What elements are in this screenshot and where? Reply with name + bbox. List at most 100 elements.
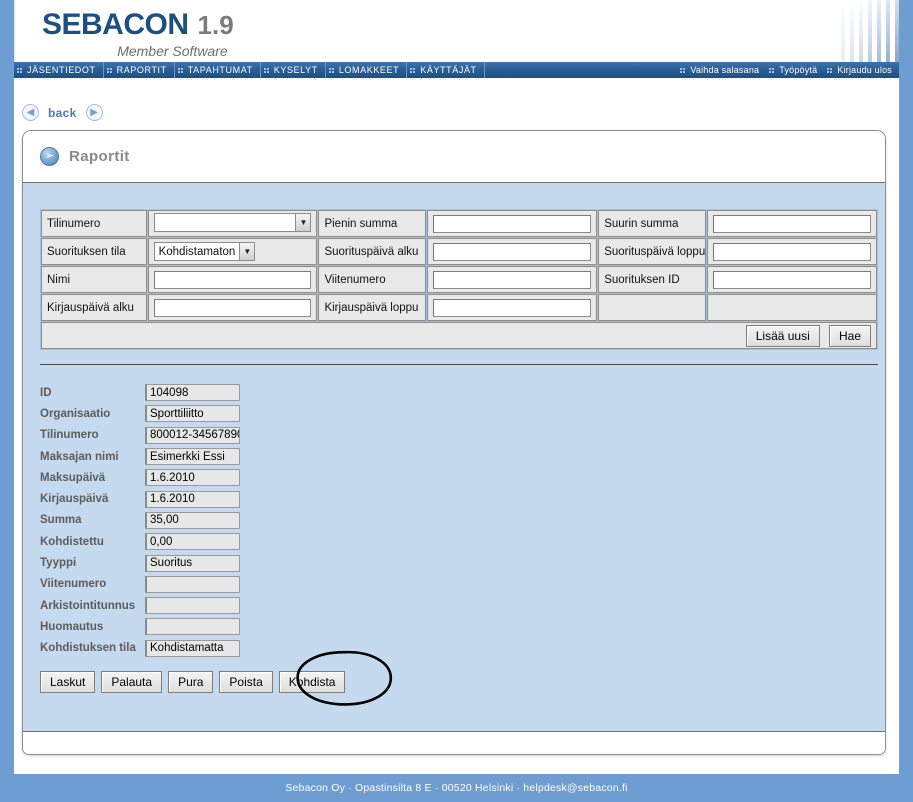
suorituksen-id-input[interactable]	[713, 270, 871, 289]
detail-label-organisaatio: Organisaatio	[40, 407, 111, 420]
tilinumero-select[interactable]: ▼	[153, 213, 312, 232]
filter-field-suurin-summa	[707, 210, 877, 237]
detail-row: ID 104098	[40, 382, 885, 403]
grid-dots-icon	[106, 67, 112, 73]
filter-row: Suorituksen tila Kohdistamaton ▼ Suoritu…	[41, 238, 877, 265]
payment-detail-list: ID 104098 Organisaatio Sporttiliitto Til…	[40, 382, 885, 659]
nav-item-tyopoyta[interactable]: Työpöytä	[766, 62, 824, 78]
grid-dots-icon	[680, 67, 686, 73]
kohdista-button[interactable]: Kohdista	[278, 670, 346, 693]
page-title: Raportit	[69, 148, 130, 165]
pura-button[interactable]: Pura	[168, 670, 214, 693]
nav-item-label: Kirjaudu ulos	[837, 65, 892, 75]
filter-row: Nimi Viitenumero Suorituksen ID	[41, 266, 877, 293]
suurin-summa-input[interactable]	[713, 214, 871, 233]
add-new-button[interactable]: Lisää uusi	[745, 324, 820, 347]
section-divider	[40, 364, 878, 365]
back-navigation: ◀ back ▶	[22, 104, 103, 121]
palauta-button[interactable]: Palauta	[101, 670, 163, 693]
pienin-summa-input[interactable]	[433, 214, 592, 233]
kirjauspaiva-alku-input[interactable]	[153, 298, 312, 317]
back-link[interactable]: back	[48, 106, 77, 120]
detail-label-viitenumero: Viitenumero	[40, 578, 107, 591]
filter-label-suorituksen-tila: Suorituksen tila	[41, 238, 147, 265]
detail-label-kohdistettu: Kohdistettu	[40, 535, 104, 548]
detail-row: Tyyppi Suoritus	[40, 552, 885, 573]
filter-field-suorituspaiva-loppu	[707, 238, 877, 265]
detail-row: Kirjauspäivä 1.6.2010	[40, 488, 885, 509]
nimi-input[interactable]	[153, 270, 312, 289]
app-header: SEBACON 1.9 Member Software	[14, 0, 899, 62]
filter-label-pienin-summa: Pienin summa	[318, 210, 427, 237]
detail-value-id: 104098	[145, 384, 240, 402]
detail-label-huomautus: Huomautus	[40, 620, 104, 633]
nav-item-label: Vaihda salasana	[690, 65, 760, 75]
detail-row: Kohdistettu 0,00	[40, 531, 885, 552]
arrow-left-circle-icon[interactable]: ◀	[22, 104, 39, 121]
filter-label-suorituspaiva-loppu: Suorituspäivä loppu	[598, 238, 707, 265]
panel-footer-strip	[23, 731, 885, 754]
detail-row: Maksajan nimi Esimerkki Essi	[40, 446, 885, 467]
left-margin-strip	[0, 0, 14, 802]
nav-item-label: LOMAKKEET	[338, 65, 400, 75]
detail-value-organisaatio: Sporttiliitto	[145, 405, 240, 423]
chevron-down-icon: ▼	[239, 243, 255, 260]
filter-label-viitenumero: Viitenumero	[318, 266, 427, 293]
detail-value-kohdistettu: 0,00	[145, 533, 240, 551]
filter-field-pienin-summa	[427, 210, 598, 237]
filter-label-suorituspaiva-alku: Suorituspäivä alku	[318, 238, 427, 265]
detail-value-tyyppi: Suoritus	[145, 554, 240, 572]
filter-field-tilinumero: ▼	[147, 210, 318, 237]
app-root: SEBACON 1.9 Member Software JÄSENTIEDOT …	[0, 0, 913, 802]
nav-item-kyselyt[interactable]: KYSELYT	[261, 62, 326, 78]
chevron-down-icon: ▼	[295, 214, 311, 231]
detail-value-arkistointitunnus	[145, 597, 240, 615]
laskut-button[interactable]: Laskut	[40, 670, 96, 693]
detail-value-maksajan-nimi: Esimerkki Essi	[145, 448, 240, 466]
nav-item-tapahtumat[interactable]: TAPAHTUMAT	[175, 62, 261, 78]
grid-dots-icon	[328, 67, 334, 73]
suorituspaiva-alku-input[interactable]	[433, 242, 592, 261]
detail-row: Arkistointitunnus	[40, 595, 885, 616]
suorituksen-tila-select[interactable]: Kohdistamaton ▼	[153, 242, 256, 261]
filter-label-suurin-summa: Suurin summa	[598, 210, 707, 237]
grid-dots-icon	[177, 67, 183, 73]
nav-item-lomakkeet[interactable]: LOMAKKEET	[326, 62, 408, 78]
arrow-right-circle-icon[interactable]: ▶	[85, 104, 103, 121]
nav-item-label: RAPORTIT	[116, 65, 167, 75]
nav-item-jasentiedot[interactable]: JÄSENTIEDOT	[14, 62, 104, 78]
detail-label-kohdistuksen-tila: Kohdistuksen tila	[40, 642, 136, 655]
brand-name: SEBACON	[42, 8, 189, 41]
nav-item-kirjaudu-ulos[interactable]: Kirjaudu ulos	[824, 62, 899, 78]
viitenumero-input[interactable]	[433, 270, 592, 289]
filter-buttons-cell: Lisää uusi Hae	[41, 322, 877, 349]
detail-row: Maksupäivä 1.6.2010	[40, 467, 885, 488]
detail-row: Summa 35,00	[40, 510, 885, 531]
suorituspaiva-loppu-input[interactable]	[713, 242, 871, 261]
detail-value-kohdistuksen-tila: Kohdistamatta	[145, 639, 240, 657]
detail-row: Tilinumero 800012-34567890	[40, 425, 885, 446]
detail-label-maksupaiva: Maksupäivä	[40, 471, 106, 484]
brand-version: 1.9	[197, 10, 234, 40]
filter-button-row: Lisää uusi Hae	[41, 322, 877, 349]
filter-label-kirjauspaiva-alku: Kirjauspäivä alku	[41, 294, 147, 321]
arrow-right-circle-icon: ➢	[40, 147, 59, 166]
nav-item-kayttajat[interactable]: KÄYTTÄJÄT	[407, 62, 485, 78]
nav-item-vaihda-salasana[interactable]: Vaihda salasana	[677, 62, 766, 78]
select-value: Kohdistamaton	[158, 245, 236, 258]
select-value	[155, 214, 296, 231]
poista-button[interactable]: Poista	[219, 670, 273, 693]
nav-secondary-group: Vaihda salasana Työpöytä Kirjaudu ulos	[677, 62, 899, 78]
filter-label-suorituksen-id: Suorituksen ID	[598, 266, 707, 293]
nav-item-raportit[interactable]: RAPORTIT	[104, 62, 175, 78]
filter-field-kirjauspaiva-alku	[147, 294, 318, 321]
panel-header: ➢ Raportit	[23, 131, 885, 183]
nav-item-label: KYSELYT	[273, 65, 318, 75]
detail-value-summa: 35,00	[145, 511, 240, 529]
filter-row: Kirjauspäivä alku Kirjauspäivä loppu	[41, 294, 877, 321]
grid-dots-icon	[17, 67, 22, 73]
page-body: ◀ back ▶ ➢ Raportit Tilinumero ▼ Pienin …	[14, 78, 899, 774]
filter-field-suorituspaiva-alku	[427, 238, 598, 265]
search-button[interactable]: Hae	[828, 324, 871, 347]
kirjauspaiva-loppu-input[interactable]	[433, 298, 592, 317]
